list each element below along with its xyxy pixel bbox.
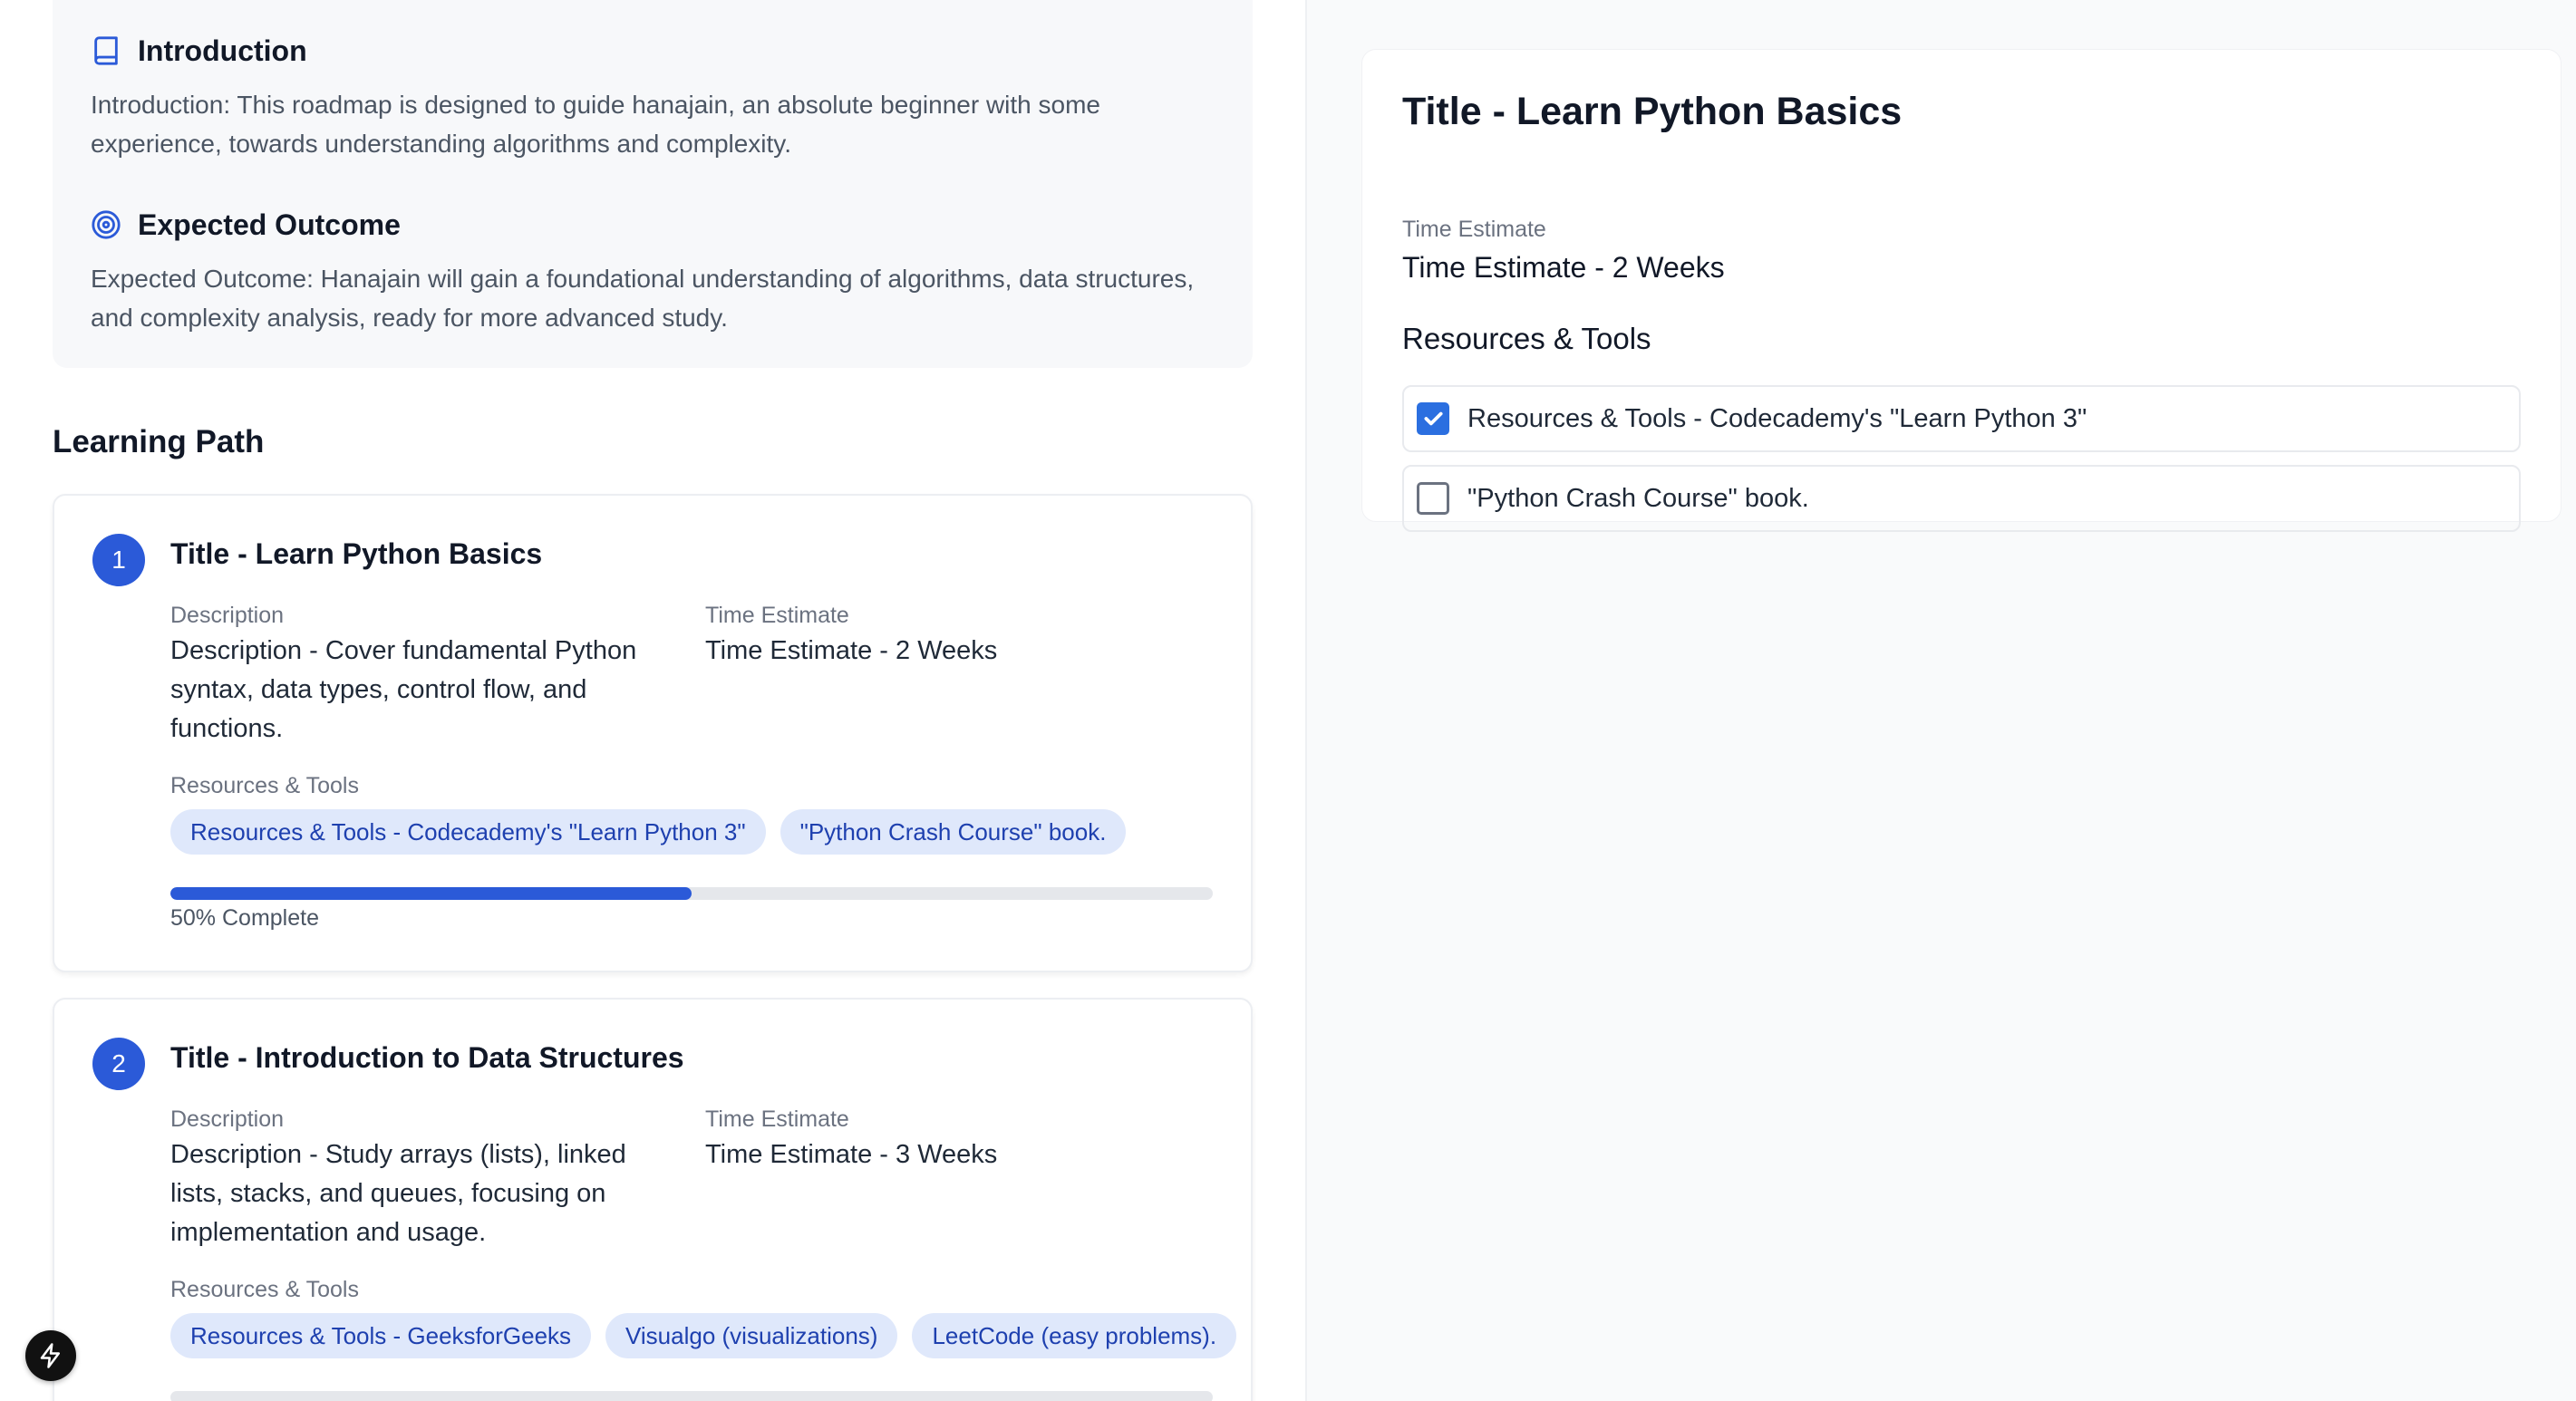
description-label: Description: [170, 1106, 285, 1132]
introduction-heading: Introduction: [138, 34, 307, 67]
checkmark-icon: [1424, 411, 1443, 426]
lightning-icon: [40, 1343, 60, 1368]
resource-chips: Resources & Tools - Codecademy's "Learn …: [170, 809, 1127, 855]
resource-chips: Resources & Tools - GeeksforGeeks Visual…: [170, 1313, 1237, 1358]
step-description: Description - Cover fundamental Python s…: [170, 636, 637, 743]
progress-bar: [170, 1391, 1213, 1401]
step-title: Title - Introduction to Data Structures: [170, 1041, 684, 1074]
resource-checklist-item[interactable]: Resources & Tools - Codecademy's "Learn …: [1402, 385, 2521, 452]
introduction-header: Introduction: [91, 31, 1215, 71]
time-estimate-label: Time Estimate: [705, 603, 849, 628]
progress-text: 50% Complete: [170, 905, 319, 931]
detail-resources-heading: Resources & Tools: [1402, 322, 1651, 355]
progress-fill: [170, 887, 692, 900]
step-time-estimate: Time Estimate - 3 Weeks: [705, 1140, 998, 1169]
step-number-badge: 1: [92, 534, 145, 586]
resource-checkbox[interactable]: [1417, 482, 1449, 515]
detail-time-label: Time Estimate: [1402, 217, 1546, 242]
step-title: Title - Learn Python Basics: [170, 537, 543, 570]
detail-title: Title - Learn Python Basics: [1402, 90, 1903, 133]
outcome-heading: Expected Outcome: [138, 208, 401, 241]
resource-chip[interactable]: Resources & Tools - Codecademy's "Learn …: [170, 809, 766, 855]
book-icon: [94, 36, 118, 65]
resource-checklist-item[interactable]: "Python Crash Course" book.: [1402, 465, 2521, 532]
roadmap-panel: Introduction Introduction: This roadmap …: [0, 0, 1305, 1401]
outcome-header: Expected Outcome: [91, 205, 1215, 245]
resource-chip[interactable]: "Python Crash Course" book.: [780, 809, 1127, 855]
resource-chip[interactable]: Resources & Tools - GeeksforGeeks: [170, 1313, 592, 1358]
step-card-2[interactable]: 2 Title - Introduction to Data Structure…: [53, 998, 1253, 1401]
introduction-text: Introduction: This roadmap is designed t…: [91, 91, 1100, 158]
target-icon: [92, 210, 121, 239]
resources-label: Resources & Tools: [170, 1277, 359, 1302]
resource-chip[interactable]: Visualgo (visualizations): [605, 1313, 898, 1358]
overview-box: Introduction Introduction: This roadmap …: [53, 0, 1253, 368]
step-card-1[interactable]: 1 Title - Learn Python Basics Descriptio…: [53, 494, 1253, 972]
assistant-button[interactable]: [25, 1330, 76, 1381]
step-time-estimate: Time Estimate - 2 Weeks: [705, 636, 998, 665]
learning-path-heading: Learning Path: [53, 424, 265, 459]
description-label: Description: [170, 603, 285, 628]
outcome-text: Expected Outcome: Hanajain will gain a f…: [91, 265, 1195, 332]
detail-time-value: Time Estimate - 2 Weeks: [1402, 251, 1725, 284]
step-number-badge: 2: [92, 1038, 145, 1090]
resource-checklist-label: Resources & Tools - Codecademy's "Learn …: [1467, 403, 2087, 433]
resources-label: Resources & Tools: [170, 773, 359, 798]
step-detail-card: Title - Learn Python Basics Time Estimat…: [1361, 49, 2561, 532]
resource-checklist-label: "Python Crash Course" book.: [1467, 483, 1809, 513]
resource-chip[interactable]: LeetCode (easy problems).: [912, 1313, 1237, 1358]
progress-bar: [170, 887, 1213, 900]
resource-checkbox[interactable]: [1417, 402, 1449, 435]
time-estimate-label: Time Estimate: [705, 1106, 849, 1132]
step-description: Description - Study arrays (lists), link…: [170, 1140, 626, 1247]
detail-panel: Title - Learn Python Basics Time Estimat…: [1305, 0, 2576, 1401]
